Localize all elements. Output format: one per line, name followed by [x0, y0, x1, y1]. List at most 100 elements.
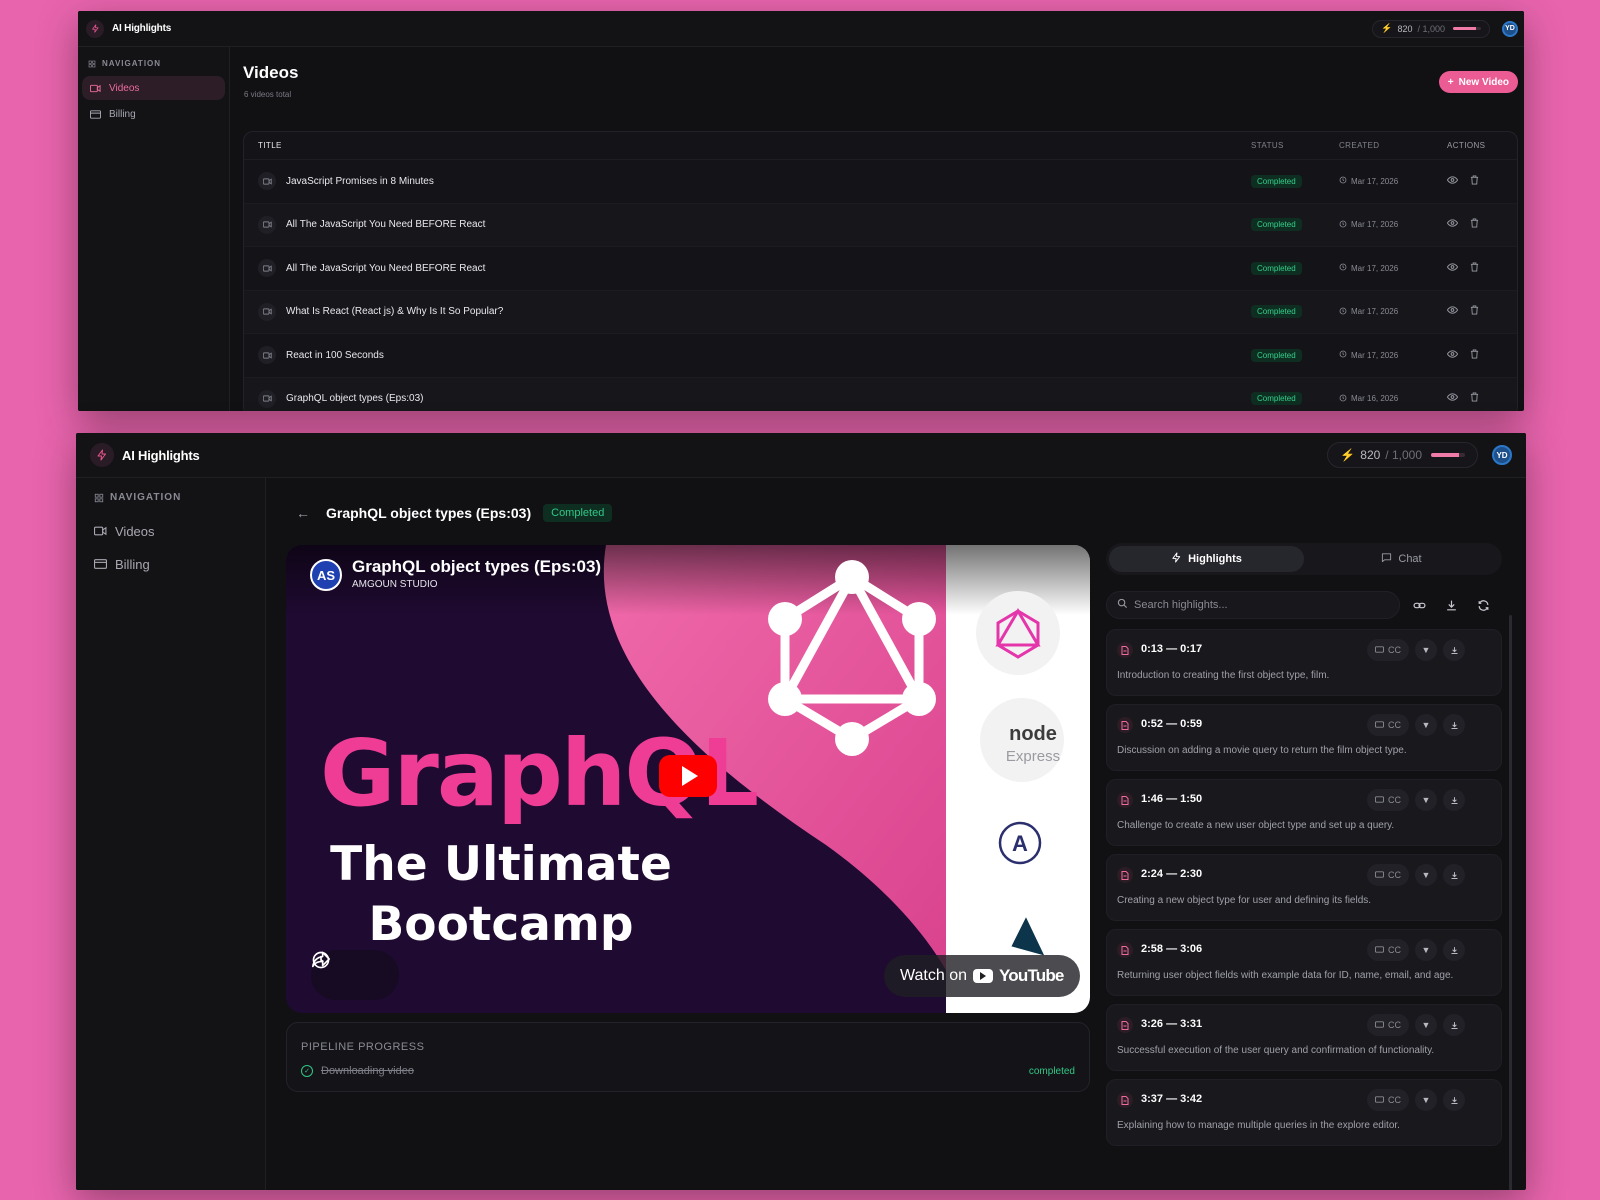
- highlight-card[interactable]: 3:37 — 3:42 Explaining how to manage mult…: [1106, 1079, 1502, 1146]
- chevron-down-icon[interactable]: ▼: [1415, 939, 1437, 961]
- clock-icon: [1339, 307, 1347, 317]
- app-logo[interactable]: AI Highlights: [86, 19, 171, 38]
- table-row[interactable]: GraphQL object types (Eps:03) Completed Ma…: [244, 377, 1517, 411]
- view-eye-icon[interactable]: [1446, 176, 1459, 187]
- highlight-card[interactable]: 2:58 — 3:06 Returning user object fields …: [1106, 929, 1502, 996]
- play-button[interactable]: [659, 755, 717, 797]
- table-row[interactable]: All The JavaScript You Need BEFORE React…: [244, 203, 1517, 247]
- chevron-down-icon[interactable]: ▼: [1415, 714, 1437, 736]
- video-overlay-title[interactable]: GraphQL object types (Eps:03): [352, 557, 601, 577]
- captions-button[interactable]: CC: [1367, 939, 1409, 961]
- row-created: Mar 17, 2026: [1351, 307, 1399, 317]
- new-video-button[interactable]: + New Video: [1438, 71, 1518, 93]
- link-icon[interactable]: [1406, 592, 1432, 618]
- row-title-cell: All The JavaScript You Need BEFORE React: [244, 259, 1251, 278]
- download-icon[interactable]: [1443, 639, 1465, 661]
- table-row[interactable]: React in 100 Seconds Completed Mar 17, 202…: [244, 334, 1517, 378]
- avatar[interactable]: YD: [1492, 445, 1512, 465]
- row-title[interactable]: GraphQL object types (Eps:03): [286, 393, 423, 404]
- chevron-down-icon[interactable]: ▼: [1415, 789, 1437, 811]
- delete-trash-icon[interactable]: [1470, 175, 1479, 188]
- view-eye-icon[interactable]: [1446, 306, 1459, 317]
- highlight-time: 0:52 — 0:59: [1141, 718, 1203, 730]
- download-icon[interactable]: [1443, 714, 1465, 736]
- search-input[interactable]: [1134, 599, 1374, 611]
- thumbnail-subline-1: The Ultimate: [330, 837, 672, 892]
- download-icon[interactable]: [1443, 864, 1465, 886]
- chevron-down-icon[interactable]: ▼: [1415, 1089, 1437, 1111]
- captions-button[interactable]: CC: [1367, 789, 1409, 811]
- chevron-down-icon[interactable]: ▼: [1415, 1014, 1437, 1036]
- tab-highlights[interactable]: Highlights: [1109, 546, 1304, 572]
- highlight-description: Discussion on adding a movie query to re…: [1117, 745, 1407, 756]
- channel-avatar[interactable]: AS: [310, 559, 342, 591]
- bolt-icon: [1171, 552, 1182, 566]
- view-eye-icon[interactable]: [1446, 219, 1459, 230]
- delete-trash-icon[interactable]: [1470, 262, 1479, 275]
- row-created: Mar 17, 2026: [1351, 176, 1399, 186]
- panel-scrollbar[interactable]: [1509, 615, 1512, 1190]
- highlight-description: Explaining how to manage multiple querie…: [1117, 1120, 1400, 1131]
- row-title[interactable]: All The JavaScript You Need BEFORE React: [286, 263, 485, 274]
- row-title[interactable]: All The JavaScript You Need BEFORE React: [286, 219, 485, 230]
- highlight-card[interactable]: 1:46 — 1:50 Challenge to create a new use…: [1106, 779, 1502, 846]
- row-title[interactable]: React in 100 Seconds: [286, 350, 384, 361]
- app-logo[interactable]: AI Highlights: [90, 443, 200, 467]
- row-created-cell: Mar 17, 2026: [1339, 350, 1447, 360]
- sidebar-item-billing[interactable]: Billing: [82, 102, 225, 126]
- view-eye-icon[interactable]: [1446, 350, 1459, 361]
- credits-bar-fill: [1431, 453, 1459, 457]
- view-eye-icon[interactable]: [1446, 393, 1459, 404]
- table-row[interactable]: JavaScript Promises in 8 Minutes Complete…: [244, 160, 1517, 204]
- captions-button[interactable]: CC: [1367, 639, 1409, 661]
- tab-chat[interactable]: Chat: [1304, 546, 1499, 572]
- credits-indicator[interactable]: ⚡ 820 / 1,000: [1327, 442, 1478, 468]
- captions-button[interactable]: CC: [1367, 714, 1409, 736]
- back-arrow-icon[interactable]: ←: [296, 505, 314, 521]
- delete-trash-icon[interactable]: [1470, 305, 1479, 318]
- view-eye-icon[interactable]: [1446, 263, 1459, 274]
- table-row[interactable]: What Is React (React js) & Why Is It So …: [244, 290, 1517, 334]
- delete-trash-icon[interactable]: [1470, 218, 1479, 231]
- row-title[interactable]: JavaScript Promises in 8 Minutes: [286, 176, 434, 187]
- video-player[interactable]: A AS GraphQL object types (Eps:03) AMGOU…: [286, 545, 1090, 1013]
- credits-indicator[interactable]: ⚡ 820 / 1,000: [1372, 19, 1490, 38]
- highlight-description: Challenge to create a new user object ty…: [1117, 820, 1395, 831]
- highlight-actions: CC ▼: [1367, 1014, 1465, 1036]
- delete-trash-icon[interactable]: [1470, 392, 1479, 405]
- delete-trash-icon[interactable]: [1470, 349, 1479, 362]
- highlight-card[interactable]: 2:24 — 2:30 Creating a new object type fo…: [1106, 854, 1502, 921]
- sidebar-item-billing[interactable]: Billing: [78, 549, 263, 579]
- refresh-icon[interactable]: [1470, 592, 1496, 618]
- videos-main: Videos 6 videos total + New Video TITLE …: [230, 47, 1524, 411]
- row-title-cell: JavaScript Promises in 8 Minutes: [244, 172, 1251, 191]
- tab-highlights-label: Highlights: [1188, 553, 1242, 565]
- card-icon: [94, 559, 107, 569]
- highlight-card[interactable]: 0:13 — 0:17 Introduction to creating the …: [1106, 629, 1502, 696]
- highlight-description: Successful execution of the user query a…: [1117, 1045, 1435, 1056]
- clock-icon: [1339, 350, 1347, 360]
- chevron-down-icon[interactable]: ▼: [1415, 864, 1437, 886]
- download-icon[interactable]: [1443, 939, 1465, 961]
- pdf-icon: [1117, 942, 1133, 958]
- captions-label: CC: [1388, 870, 1401, 880]
- captions-button[interactable]: CC: [1367, 864, 1409, 886]
- download-icon[interactable]: [1443, 789, 1465, 811]
- download-icon[interactable]: [1443, 1089, 1465, 1111]
- chevron-down-icon[interactable]: ▼: [1415, 639, 1437, 661]
- sidebar-item-videos[interactable]: Videos: [82, 76, 225, 100]
- row-title[interactable]: What Is React (React js) & Why Is It So …: [286, 306, 503, 317]
- row-status-cell: Completed: [1251, 261, 1339, 275]
- captions-button[interactable]: CC: [1367, 1089, 1409, 1111]
- check-icon: ✓: [301, 1065, 313, 1077]
- download-icon[interactable]: [1443, 1014, 1465, 1036]
- avatar[interactable]: YD: [1502, 20, 1518, 37]
- credits-max: / 1,000: [1417, 23, 1445, 34]
- watch-on-youtube-button[interactable]: Watch on YouTube: [884, 955, 1080, 997]
- table-row[interactable]: All The JavaScript You Need BEFORE React…: [244, 247, 1517, 291]
- highlight-card[interactable]: 0:52 — 0:59 Discussion on adding a movie …: [1106, 704, 1502, 771]
- sidebar-item-videos[interactable]: Videos: [78, 516, 263, 546]
- download-icon[interactable]: [1438, 592, 1464, 618]
- highlight-card[interactable]: 3:26 — 3:31 Successful execution of the u…: [1106, 1004, 1502, 1071]
- captions-button[interactable]: CC: [1367, 1014, 1409, 1036]
